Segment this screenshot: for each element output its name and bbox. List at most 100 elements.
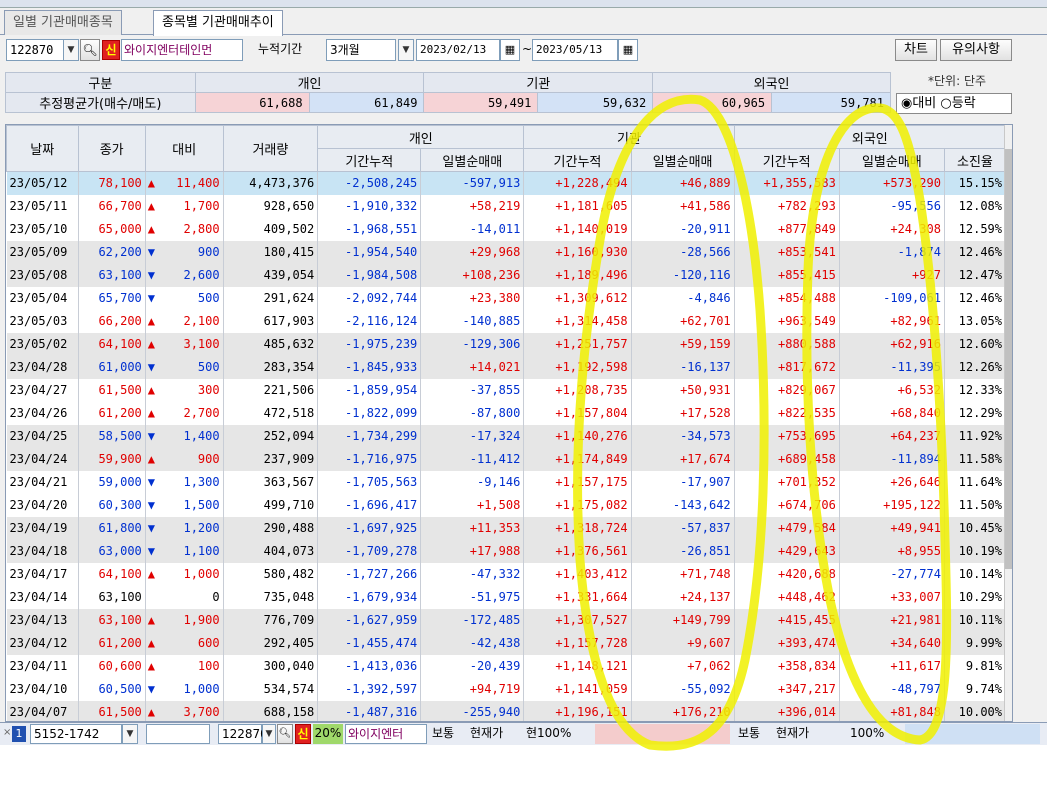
- table-row[interactable]: 23/04/17 64,100 ▲ 1,000 580,482 -1,727,266 -47…: [6, 562, 1007, 586]
- cell-date: 23/04/20: [6, 493, 79, 517]
- buy-panel[interactable]: [595, 724, 730, 744]
- cell-individual-cumulative: -2,508,245: [317, 171, 422, 195]
- period-select[interactable]: 3개월: [326, 39, 396, 61]
- col-foreign-cumulative[interactable]: 기간누적: [733, 148, 840, 172]
- table-row[interactable]: 23/04/12 61,200 ▲ 600 292,405 -1,455,474 -42,4…: [6, 631, 1007, 655]
- search-icon[interactable]: 🔍︎: [80, 39, 100, 61]
- cell-date: 23/05/09: [6, 240, 79, 264]
- change-value: 1,300: [183, 475, 220, 489]
- change-value: 2,100: [183, 314, 220, 328]
- down-arrow-icon: ▼: [147, 429, 156, 443]
- change-value: 1,500: [183, 498, 220, 512]
- col-date[interactable]: 날짜: [6, 125, 79, 172]
- cell-change: ▲ 1,700: [145, 194, 224, 218]
- table-row[interactable]: 23/04/24 59,900 ▲ 900 237,909 -1,716,975 -11,4…: [6, 447, 1007, 471]
- cell-exhaustion-rate: 12.33%: [944, 378, 1007, 402]
- sell-price-type[interactable]: 현재가: [776, 724, 832, 744]
- table-row[interactable]: 23/04/11 60,600 ▲ 100 300,040 -1,413,036 -20,4…: [6, 654, 1007, 678]
- col-exhaustion-rate[interactable]: 소진율: [943, 148, 1007, 172]
- sell-order-type[interactable]: 보통: [738, 724, 774, 744]
- account-number-badge: 1: [12, 726, 26, 742]
- cell-close: 61,800: [78, 516, 146, 540]
- table-row[interactable]: 23/04/21 59,000 ▼ 1,300 363,567 -1,705,563 -9,…: [6, 470, 1007, 494]
- cell-volume: 439,054: [223, 263, 319, 287]
- code-dropdown-button[interactable]: ▼: [63, 39, 79, 61]
- cell-exhaustion-rate: 9.81%: [944, 654, 1007, 678]
- chart-button[interactable]: 차트: [895, 39, 937, 61]
- cell-institution-daily: -55,092: [631, 677, 735, 701]
- cell-close: 65,000: [78, 217, 146, 241]
- buy-qty-ratio[interactable]: 현100%: [526, 724, 590, 744]
- table-row[interactable]: 23/05/08 63,100 ▼ 2,600 439,054 -1,984,508 +10…: [6, 263, 1007, 287]
- calendar-icon[interactable]: ▦: [618, 39, 638, 61]
- table-row[interactable]: 23/04/20 60,300 ▼ 1,500 499,710 -1,696,417 +1,…: [6, 493, 1007, 517]
- cell-institution-daily: +41,586: [631, 194, 735, 218]
- period-dropdown-button[interactable]: ▼: [398, 39, 414, 61]
- buy-order-type[interactable]: 보통: [432, 724, 468, 744]
- radio-daebi-selected-icon[interactable]: ◉: [901, 96, 912, 111]
- cell-institution-cumulative: +1,403,412: [523, 562, 632, 586]
- table-row[interactable]: 23/04/07 61,500 ▲ 3,700 688,158 -1,487,316 -25…: [6, 700, 1007, 721]
- down-arrow-icon: ▼: [147, 360, 156, 374]
- tab-stock-institution-trend[interactable]: 종목별 기관매매추이: [153, 10, 283, 36]
- radio-daebi-label[interactable]: 대비: [912, 96, 936, 111]
- col-close[interactable]: 종가: [77, 125, 146, 172]
- table-row[interactable]: 23/05/10 65,000 ▲ 2,800 409,502 -1,968,551 -14…: [6, 217, 1007, 241]
- table-row[interactable]: 23/04/25 58,500 ▼ 1,400 252,094 -1,734,299 -17…: [6, 424, 1007, 448]
- table-row[interactable]: 23/04/27 61,500 ▲ 300 221,506 -1,859,954 -37,8…: [6, 378, 1007, 402]
- tab-daily-institution[interactable]: 일별 기관매매종목: [4, 10, 122, 35]
- col-institution-cumulative[interactable]: 기간누적: [523, 148, 632, 172]
- table-row[interactable]: 23/04/14 63,100 0 735,048 -1,679,934 -51,975 +…: [6, 585, 1007, 609]
- date-from-input[interactable]: 2023/02/13: [416, 39, 500, 61]
- sell-qty-ratio[interactable]: 100%: [850, 724, 900, 744]
- table-row[interactable]: 23/05/11 66,700 ▲ 1,700 928,650 -1,910,332 +58…: [6, 194, 1007, 218]
- scrollbar-thumb[interactable]: [1005, 149, 1012, 569]
- cell-institution-daily: -17,907: [631, 470, 735, 494]
- change-value: 1,200: [183, 521, 220, 535]
- bottom-search-icon[interactable]: 🔍︎: [277, 724, 293, 744]
- stock-name: 와이지엔터테인먼: [121, 39, 243, 61]
- sell-panel[interactable]: [905, 724, 1040, 744]
- cell-individual-cumulative: -1,413,036: [317, 654, 422, 678]
- caution-button[interactable]: 유의사항: [940, 39, 1012, 61]
- password-input[interactable]: [146, 724, 210, 744]
- vertical-scrollbar[interactable]: [1004, 125, 1012, 721]
- table-row[interactable]: 23/04/19 61,800 ▼ 1,200 290,488 -1,697,925 +11…: [6, 516, 1007, 540]
- radio-deungrak-label[interactable]: 등락: [952, 96, 976, 111]
- cell-institution-daily: +17,528: [631, 401, 735, 425]
- change-value: 1,100: [183, 544, 220, 558]
- table-row[interactable]: 23/04/13 63,100 ▲ 1,900 776,709 -1,627,959 -17…: [6, 608, 1007, 632]
- cell-institution-daily: +17,674: [631, 447, 735, 471]
- table-row[interactable]: 23/04/10 60,500 ▼ 1,000 534,574 -1,392,597 +94…: [6, 677, 1007, 701]
- bottom-code-dropdown[interactable]: ▼: [262, 724, 276, 744]
- table-row[interactable]: 23/04/28 61,000 ▼ 500 283,354 -1,845,933 +14,0…: [6, 355, 1007, 379]
- account-dropdown-button[interactable]: ▼: [122, 724, 138, 744]
- calendar-icon[interactable]: ▦: [500, 39, 520, 61]
- cell-exhaustion-rate: 11.64%: [944, 470, 1007, 494]
- radio-deungrak-icon[interactable]: ○: [940, 96, 951, 111]
- col-institution-daily[interactable]: 일별순매매: [630, 148, 735, 172]
- cell-change: ▲ 600: [145, 631, 224, 655]
- date-to-input[interactable]: 2023/05/13: [532, 39, 618, 61]
- col-group-individual: 개인: [317, 125, 525, 149]
- cell-volume: 221,506: [223, 378, 319, 402]
- table-row[interactable]: 23/04/18 63,000 ▼ 1,100 404,073 -1,709,278 +17…: [6, 539, 1007, 563]
- table-row[interactable]: 23/05/02 64,100 ▲ 3,100 485,632 -1,975,239 -12…: [6, 332, 1007, 356]
- col-individual-cumulative[interactable]: 기간누적: [317, 148, 422, 172]
- col-change[interactable]: 대비: [144, 125, 224, 172]
- cell-volume: 290,488: [223, 516, 319, 540]
- col-volume[interactable]: 거래량: [222, 125, 319, 172]
- table-row[interactable]: 23/05/03 66,200 ▲ 2,100 617,903 -2,116,124 -14…: [6, 309, 1007, 333]
- stock-code-input[interactable]: 122870: [6, 39, 64, 61]
- cell-volume: 534,574: [223, 677, 319, 701]
- table-row[interactable]: 23/05/04 65,700 ▼ 500 291,624 -2,092,744 +23,3…: [6, 286, 1007, 310]
- table-row[interactable]: 23/05/12 78,100 ▲ 11,400 4,473,376 -2,508,245…: [6, 171, 1007, 195]
- cell-institution-cumulative: +1,181,605: [523, 194, 632, 218]
- buy-price-type[interactable]: 현재가: [470, 724, 522, 744]
- bottom-code-input[interactable]: 122870: [218, 724, 268, 744]
- col-individual-daily[interactable]: 일별순매매: [420, 148, 525, 172]
- col-foreign-daily[interactable]: 일별순매매: [838, 148, 945, 172]
- table-row[interactable]: 23/04/26 61,200 ▲ 2,700 472,518 -1,822,099 -87…: [6, 401, 1007, 425]
- account-input[interactable]: 5152-1742: [30, 724, 122, 744]
- table-row[interactable]: 23/05/09 62,200 ▼ 900 180,415 -1,954,540 +29,9…: [6, 240, 1007, 264]
